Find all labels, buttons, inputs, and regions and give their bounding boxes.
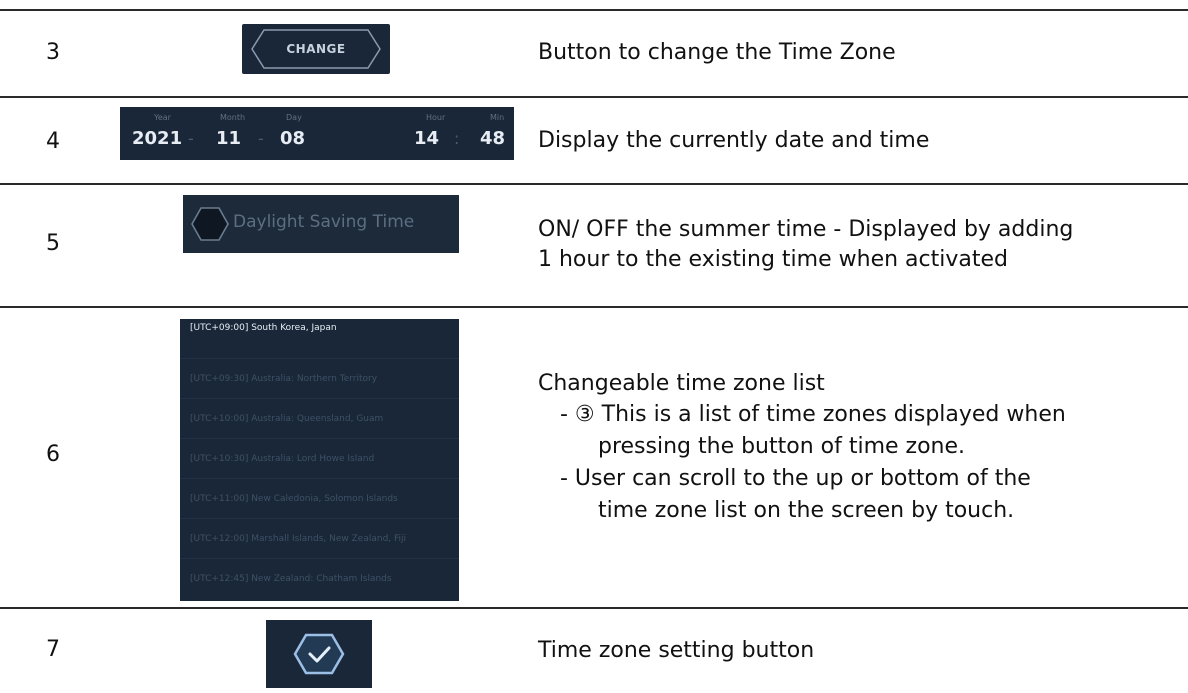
timezone-item[interactable]: [UTC+11:00] New Caledonia, Solomon Islan… — [180, 479, 459, 519]
table-row-5: 5 Daylight Saving Time ON/ OFF the summe… — [0, 183, 1188, 306]
row-description-line-1: Changeable time zone list — [538, 371, 825, 396]
row-number: 6 — [46, 442, 60, 467]
feature-table: 3 CHANGE Button to change the Time Zone … — [0, 0, 1188, 693]
timezone-set-button[interactable] — [266, 620, 372, 688]
row-description: Button to change the Time Zone — [538, 40, 896, 65]
row-description: Display the currently date and time — [538, 128, 930, 153]
row-description-line-4: - User can scroll to the up or bottom of… — [560, 466, 1031, 491]
row-description: Time zone setting button — [538, 638, 815, 663]
date-separator: - — [188, 129, 194, 148]
timezone-item[interactable]: [UTC+10:30] Australia: Lord Howe Island — [180, 439, 459, 479]
daylight-saving-label: Daylight Saving Time — [233, 212, 415, 232]
table-row-4: 4 Year Month Day Hour Min 2021 - 11 - 08… — [0, 96, 1188, 183]
row-number: 7 — [46, 637, 60, 662]
day-caption: Day — [286, 113, 302, 122]
min-caption: Min — [490, 113, 505, 122]
change-button[interactable]: CHANGE — [242, 24, 390, 74]
timezone-item[interactable]: [UTC+12:00] Marshall Islands, New Zealan… — [180, 519, 459, 559]
month-caption: Month — [220, 113, 246, 122]
time-separator: : — [454, 129, 460, 148]
table-row-3: 3 CHANGE Button to change the Time Zone — [0, 9, 1188, 96]
min-value[interactable]: 48 — [480, 128, 505, 149]
table-row-6: 6 [UTC+09:00] South Korea, Japan [UTC+09… — [0, 306, 1188, 607]
row-description-line-2: - ③ This is a list of time zones display… — [560, 402, 1066, 427]
timezone-list[interactable]: [UTC+09:00] South Korea, Japan [UTC+09:3… — [180, 319, 459, 601]
row-description-line-1: ON/ OFF the summer time - Displayed by a… — [538, 217, 1074, 242]
row-number: 3 — [46, 40, 60, 65]
datetime-display: Year Month Day Hour Min 2021 - 11 - 08 1… — [120, 107, 514, 160]
row-description-line-5: time zone list on the screen by touch. — [598, 498, 1015, 523]
change-button-label: CHANGE — [286, 42, 346, 56]
hexagon-toggle-icon — [191, 207, 229, 241]
timezone-item[interactable]: [UTC+10:00] Australia: Queensland, Guam — [180, 399, 459, 439]
hour-caption: Hour — [426, 113, 446, 122]
year-caption: Year — [154, 113, 171, 122]
timezone-item[interactable]: [UTC+12:45] New Zealand: Chatham Islands — [180, 559, 459, 599]
day-value[interactable]: 08 — [280, 128, 305, 149]
timezone-item[interactable]: [UTC+09:30] Australia: Northern Territor… — [180, 359, 459, 399]
date-separator: - — [258, 129, 264, 148]
row-description-line-3: pressing the button of time zone. — [598, 434, 966, 459]
row-number: 4 — [46, 129, 60, 154]
timezone-item-selected[interactable]: [UTC+09:00] South Korea, Japan — [180, 319, 459, 359]
check-icon — [293, 633, 345, 675]
row-number: 5 — [46, 231, 60, 256]
month-value[interactable]: 11 — [216, 128, 241, 149]
daylight-saving-toggle[interactable]: Daylight Saving Time — [183, 195, 459, 253]
year-value[interactable]: 2021 — [132, 128, 182, 149]
table-row-7: 7 Time zone setting button — [0, 607, 1188, 693]
row-description-line-2: 1 hour to the existing time when activat… — [538, 247, 1008, 272]
hour-value[interactable]: 14 — [414, 128, 439, 149]
